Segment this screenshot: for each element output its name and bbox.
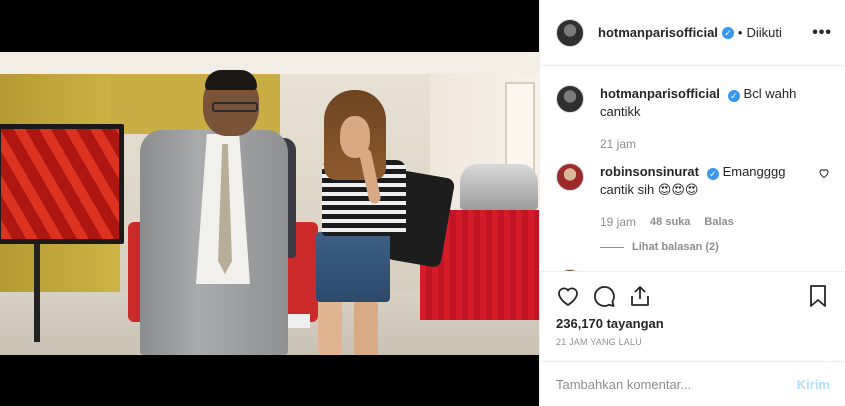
like-comment-heart-icon[interactable] xyxy=(818,167,830,182)
comment-item: robinsonsinurat ✓ Emangggg cantik sih 😍😍😍… xyxy=(556,163,830,241)
separator-dot: • xyxy=(737,25,743,40)
comment-meta: 21 jam xyxy=(600,135,830,153)
scene-tv-stand xyxy=(34,242,40,342)
verified-badge-icon: ✓ xyxy=(706,168,719,180)
post-side-panel: hotmanparisofficial ✓ • Diikuti ••• hotm… xyxy=(539,0,845,406)
author-username[interactable]: hotmanparisofficial xyxy=(598,25,718,40)
author-avatar[interactable] xyxy=(556,85,584,113)
reply-button[interactable]: Balas xyxy=(704,213,733,231)
comment-likes[interactable]: 48 suka xyxy=(650,213,690,231)
scene-woman-shorts xyxy=(316,232,390,302)
more-options-icon[interactable]: ••• xyxy=(812,24,832,42)
scene-ceiling xyxy=(0,52,539,74)
verified-badge-icon: ✓ xyxy=(727,90,740,102)
save-bookmark-icon[interactable] xyxy=(806,284,830,308)
scene-woman-leg xyxy=(318,298,342,355)
post-timestamp[interactable]: 21 JAM YANG LALU xyxy=(556,337,830,347)
view-count[interactable]: 236,170 tayangan xyxy=(556,316,830,331)
commenter-avatar[interactable] xyxy=(556,163,584,191)
comments-list[interactable]: hotmanparisofficial ✓ Bcl wahh cantikk 21… xyxy=(540,67,845,271)
post-comment-button[interactable]: Kirim xyxy=(797,377,830,392)
comment-input[interactable] xyxy=(556,376,797,392)
action-icons-row xyxy=(556,280,830,312)
view-replies-label: Lihat balasan (2) xyxy=(632,241,719,253)
caption-item: hotmanparisofficial ✓ Bcl wahh cantikk 21… xyxy=(556,85,830,163)
verified-badge-icon: ✓ xyxy=(721,26,734,39)
like-heart-icon[interactable] xyxy=(556,284,580,308)
instagram-post-modal: hotmanparisofficial ✓ • Diikuti ••• hotm… xyxy=(0,0,845,406)
follow-status-button[interactable]: Diikuti xyxy=(746,25,781,40)
post-actions: 236,170 tayangan 21 JAM YANG LALU xyxy=(540,271,845,361)
author-avatar[interactable] xyxy=(556,18,584,47)
scene-man-glasses xyxy=(212,102,258,112)
comment-time[interactable]: 19 jam xyxy=(600,213,636,231)
add-comment-form: Kirim xyxy=(540,361,845,406)
scene-chafing-dish xyxy=(460,164,538,210)
scene-tv-screen xyxy=(0,124,124,244)
media-area xyxy=(0,0,539,406)
scene-woman-leg xyxy=(354,298,378,355)
post-header: hotmanparisofficial ✓ • Diikuti ••• xyxy=(540,0,845,66)
scene-man-hair xyxy=(205,70,257,90)
comment-username[interactable]: robinsonsinurat xyxy=(600,164,699,179)
comment-time[interactable]: 21 jam xyxy=(600,135,636,153)
share-icon[interactable] xyxy=(628,284,652,308)
comment-bubble-icon[interactable] xyxy=(592,284,616,308)
comment-meta: 19 jam 48 suka Balas xyxy=(600,213,810,231)
post-video[interactable] xyxy=(0,52,539,355)
replies-divider-line xyxy=(600,246,624,248)
comment-username[interactable]: hotmanparisofficial xyxy=(600,86,720,101)
view-replies-button[interactable]: Lihat balasan (2) xyxy=(600,241,830,253)
